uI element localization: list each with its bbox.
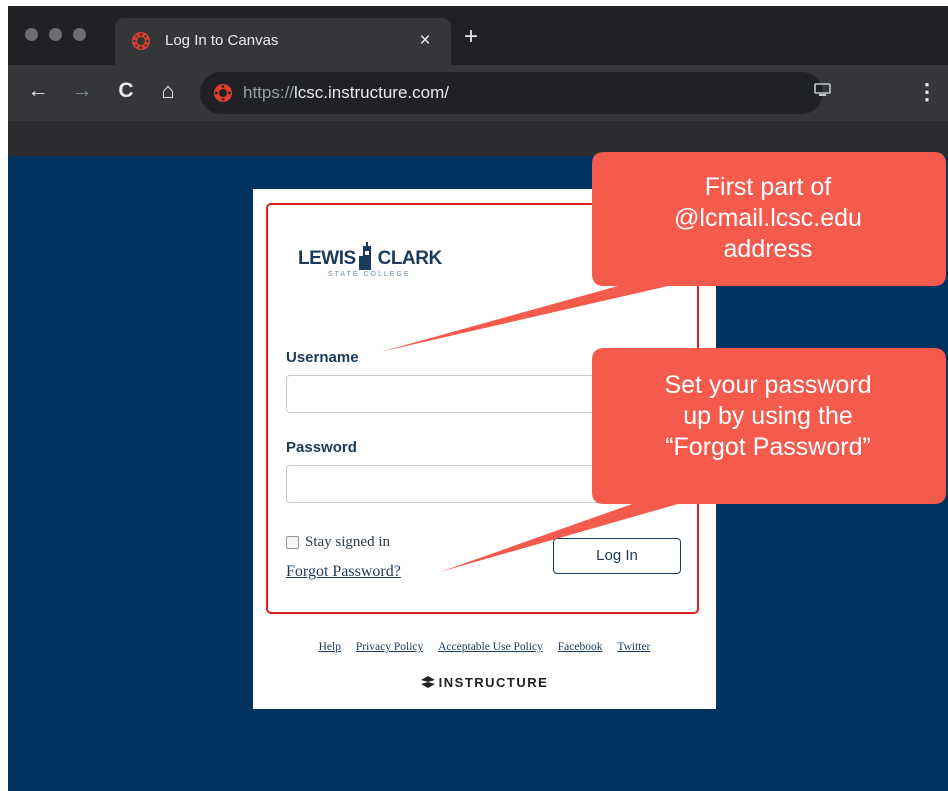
callout-password-note: Set your password up by using the “Forgo… — [608, 370, 928, 463]
callout-username-note: First part of @lcmail.lcsc.edu address — [608, 172, 928, 265]
callout-username-line: @lcmail.lcsc.edu — [674, 204, 862, 232]
callout-password-line: up by using the — [683, 402, 853, 430]
callout-username-line: address — [723, 235, 813, 263]
callout-password-line: Set your password — [664, 371, 872, 399]
callout-username-line: First part of — [704, 173, 832, 201]
callout-password-line: “Forgot Password” — [665, 433, 871, 461]
browser-window: Log In to Canvas × + ← → C ⌂ https://lcs… — [8, 6, 948, 791]
